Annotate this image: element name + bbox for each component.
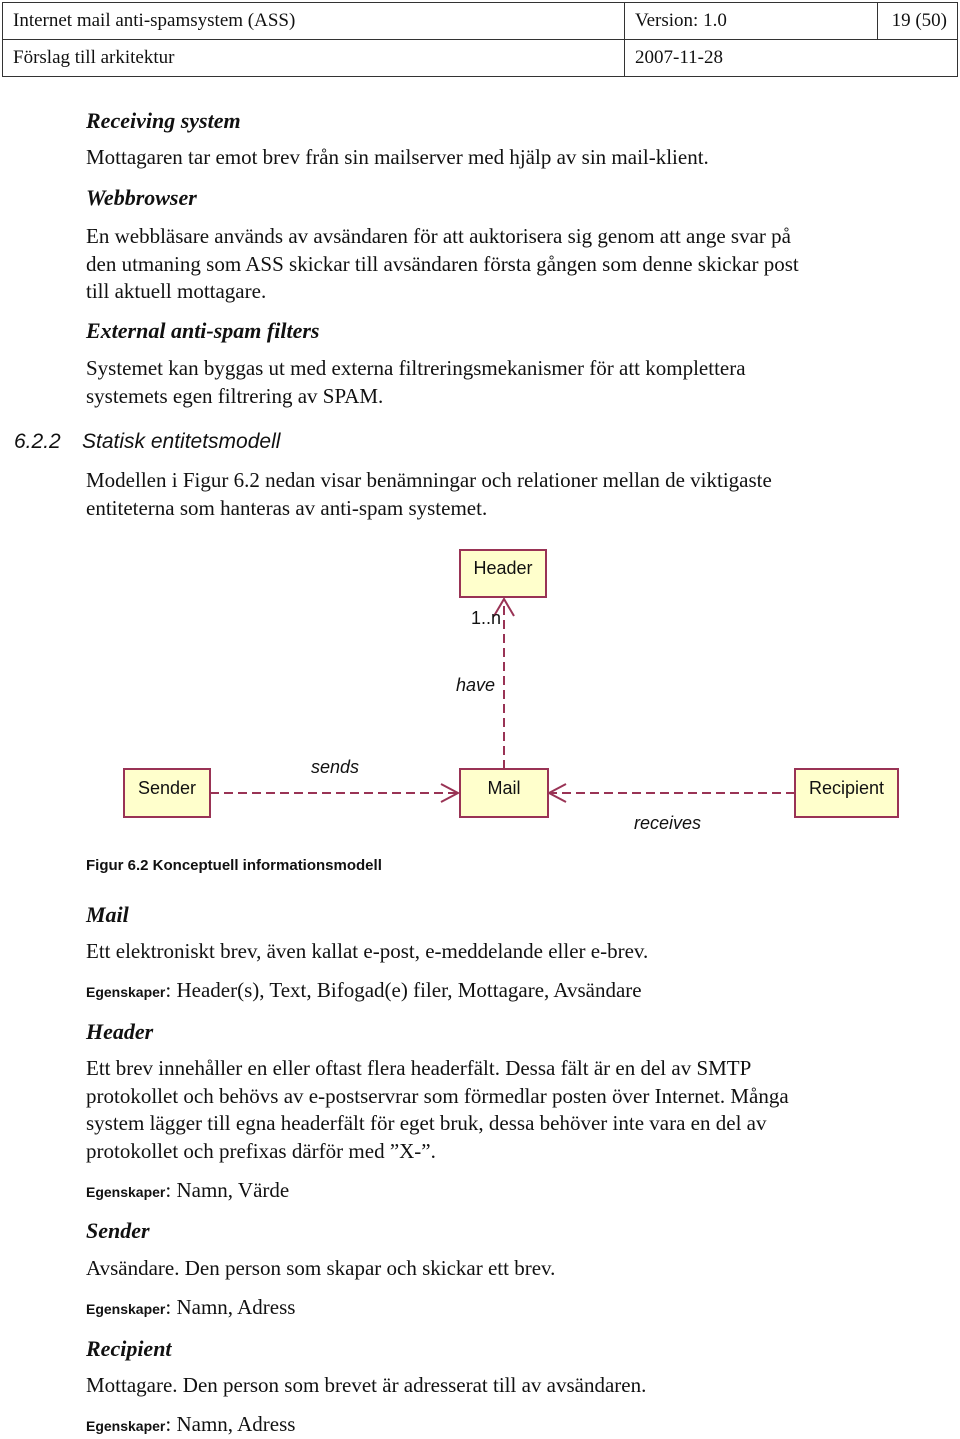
- page-number: 19 (50): [877, 2, 958, 40]
- entity-sender-label: Sender: [137, 778, 197, 798]
- paragraph-recipient: Mottagare. Den person som brevet är adre…: [86, 1373, 647, 1397]
- section-title: Statisk entitetsmodell: [82, 430, 281, 453]
- text-line: systemets egen filtrering av SPAM.: [86, 383, 384, 408]
- properties-label: Egenskaper: [86, 1184, 166, 1200]
- heading-recipient: Recipient: [86, 1336, 172, 1361]
- have-label: have: [456, 675, 496, 695]
- receives-label: receives: [634, 813, 702, 833]
- heading-webbrowser: Webbrowser: [86, 185, 197, 210]
- properties-label: Egenskaper: [86, 1418, 166, 1434]
- text-line: Systemet kan byggas ut med externa filtr…: [86, 356, 746, 380]
- mail-properties: Egenskaper: Header(s), Text, Bifogad(e) …: [86, 977, 642, 1005]
- paragraph-receiving-system: Mottagaren tar emot brev från sin mailse…: [86, 145, 709, 169]
- properties-value: : Namn, Adress: [165, 1412, 296, 1436]
- doc-subtitle: Förslag till arkitektur: [2, 39, 625, 77]
- entity-header-box: Header: [459, 549, 547, 598]
- doc-title: Internet mail anti-spamsystem (ASS): [2, 2, 625, 40]
- heading-mail: Mail: [86, 902, 129, 927]
- entity-mail-label: Mail: [487, 778, 521, 798]
- paragraph-external-filters: Systemet kan byggas ut med externa filtr…: [86, 355, 746, 410]
- heading-external-filters: External anti-spam filters: [86, 318, 320, 343]
- doc-date: 2007-11-28: [624, 39, 958, 77]
- properties-label: Egenskaper: [86, 1301, 166, 1317]
- text-line: protokollet och behövs av e-postservrar …: [86, 1083, 789, 1108]
- heading-header: Header: [86, 1019, 154, 1044]
- properties-value: : Namn, Värde: [165, 1178, 290, 1202]
- text-line: till aktuell mottagare.: [86, 279, 267, 303]
- sender-properties: Egenskaper: Namn, Adress: [86, 1294, 295, 1322]
- heading-sender: Sender: [86, 1218, 150, 1243]
- page-header-table: Internet mail anti-spamsystem (ASS) Vers…: [2, 2, 958, 77]
- paragraph-sender: Avsändare. Den person som skapar och ski…: [86, 1256, 556, 1280]
- paragraph-webbrowser: En webbläsare används av avsändaren för …: [86, 223, 799, 306]
- entity-sender-box: Sender: [123, 768, 211, 818]
- heading-receiving-system: Receiving system: [86, 108, 241, 133]
- text-line: protokollet och prefixas därför med ”X-”…: [86, 1138, 436, 1163]
- doc-version: Version: 1.0: [624, 2, 878, 40]
- text-line: entiteterna som hanteras av anti-spam sy…: [86, 495, 488, 520]
- entity-recipient-label: Recipient: [808, 778, 885, 798]
- text-line: Ett brev innehåller en eller oftast fler…: [86, 1056, 752, 1080]
- multiplicity-label: 1..n: [471, 608, 502, 628]
- section-number: 6.2.2: [14, 430, 61, 453]
- paragraph-model: Modellen i Figur 6.2 nedan visar benämni…: [86, 467, 772, 522]
- entity-mail-box: Mail: [459, 768, 549, 818]
- recipient-properties: Egenskaper: Namn, Adress: [86, 1411, 295, 1439]
- entity-header-label: Header: [473, 558, 533, 578]
- text-line: En webbläsare används av avsändaren för …: [86, 224, 791, 248]
- entity-recipient-box: Recipient: [794, 768, 899, 818]
- properties-label: Egenskaper: [86, 984, 166, 1000]
- header-properties: Egenskaper: Namn, Värde: [86, 1177, 289, 1205]
- text-line: system lägger till egna headerfält för e…: [86, 1111, 767, 1135]
- properties-value: : Header(s), Text, Bifogad(e) filer, Mot…: [165, 978, 642, 1002]
- figure-caption: Figur 6.2 Konceptuell informationsmodell: [86, 857, 382, 874]
- properties-value: : Namn, Adress: [165, 1295, 296, 1319]
- text-line: den utmaning som ASS skickar till avsänd…: [86, 251, 799, 276]
- paragraph-mail: Ett elektroniskt brev, även kallat e-pos…: [86, 939, 649, 963]
- sends-label: sends: [311, 757, 360, 777]
- text-line: Modellen i Figur 6.2 nedan visar benämni…: [86, 468, 772, 492]
- paragraph-header: Ett brev innehåller en eller oftast fler…: [86, 1055, 789, 1165]
